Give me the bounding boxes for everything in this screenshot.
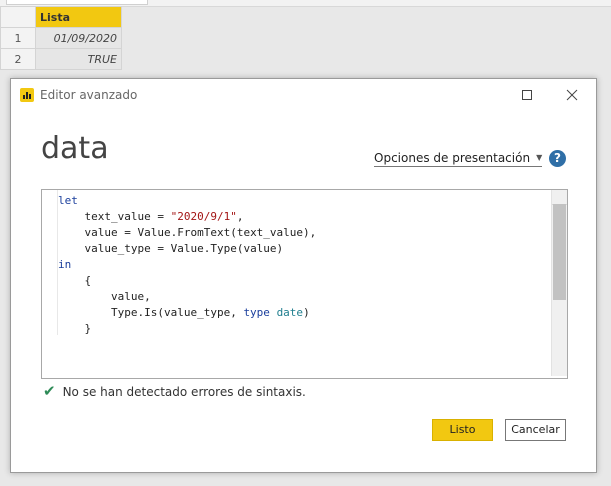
done-button[interactable]: Listo (432, 419, 493, 441)
column-header-lista[interactable]: Lista (35, 6, 122, 28)
dialog-title: Editor avanzado (40, 88, 138, 102)
query-name: data (41, 131, 109, 166)
minimize-button[interactable] (477, 83, 507, 107)
code-token: value = Value.FromText(text_value), (84, 226, 317, 239)
chevron-down-icon: ▼ (536, 153, 543, 162)
code-line: let (58, 193, 316, 209)
power-bi-logo-icon (20, 88, 34, 102)
code-token: Type.Is(value_type, (110, 306, 244, 319)
table-row: 2 TRUE (0, 48, 122, 70)
view-options-dropdown[interactable]: Opciones de presentación ▼ (374, 151, 543, 167)
code-text[interactable]: let text_value = "2020/9/1", value = Val… (58, 193, 316, 337)
code-line: in (58, 257, 316, 273)
type-date: date (276, 306, 304, 319)
code-line: value = Value.FromText(text_value), (58, 225, 317, 241)
keyword-let: let (58, 194, 78, 207)
syntax-status: ✔ No se han detectado errores de sintaxis… (43, 382, 306, 400)
title-bar[interactable]: Editor avanzado (11, 79, 596, 111)
table-cell[interactable]: 01/09/2020 (35, 27, 122, 49)
background-formula-box (6, 0, 148, 5)
code-token: } (84, 322, 92, 335)
code-token: value_type = Value.Type(value) (84, 242, 284, 255)
code-line: value, (58, 289, 316, 305)
code-line: { (58, 273, 316, 289)
advanced-editor-dialog: Editor avanzado data Opciones de present… (10, 78, 597, 473)
checkmark-icon: ✔ (43, 382, 56, 400)
table-cell[interactable]: TRUE (35, 48, 122, 70)
maximize-icon (522, 90, 532, 100)
cancel-button[interactable]: Cancelar (505, 419, 566, 441)
sheet-corner[interactable] (0, 6, 36, 28)
code-line: Type.Is(value_type, type date) (58, 305, 316, 321)
row-number[interactable]: 1 (0, 27, 36, 49)
code-token: { (84, 274, 92, 287)
help-icon[interactable]: ? (549, 150, 566, 167)
code-token: value, (110, 290, 151, 303)
scrollbar-up-arrow[interactable] (552, 190, 567, 205)
keyword-type: type (243, 306, 270, 319)
row-number[interactable]: 2 (0, 48, 36, 70)
code-token: ) (303, 306, 310, 319)
scrollbar-thumb[interactable] (553, 204, 566, 300)
view-options-label: Opciones de presentación (374, 151, 531, 165)
close-icon (566, 89, 578, 101)
code-token: text_value = (84, 210, 171, 223)
code-line: text_value = "2020/9/1", (58, 209, 316, 225)
maximize-button[interactable] (512, 83, 542, 107)
code-token: , (236, 210, 244, 223)
code-line: } (58, 321, 316, 337)
background-sheet: Lista 1 01/09/2020 2 TRUE (0, 6, 122, 70)
close-button[interactable] (557, 83, 587, 107)
code-editor[interactable]: let text_value = "2020/9/1", value = Val… (41, 189, 568, 379)
table-row: 1 01/09/2020 (0, 27, 122, 49)
code-line: value_type = Value.Type(value) (58, 241, 316, 257)
sheet-header-row: Lista (0, 6, 122, 28)
minimize-icon (487, 94, 497, 96)
status-message: No se han detectado errores de sintaxis. (62, 385, 306, 399)
keyword-in: in (58, 258, 72, 271)
string-literal: "2020/9/1" (170, 210, 237, 223)
